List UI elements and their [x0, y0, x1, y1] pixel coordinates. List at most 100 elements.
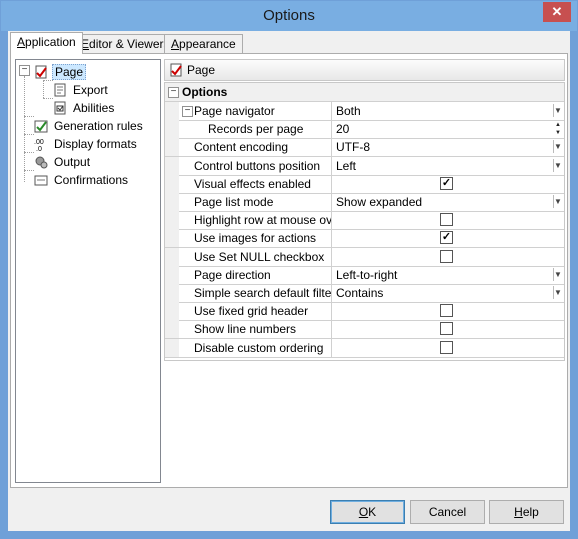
tree-connector — [24, 116, 34, 117]
tab-label-underline: A — [171, 37, 180, 51]
row-gutter — [165, 174, 179, 193]
checkbox-checked[interactable]: ✓ — [440, 176, 453, 190]
property-name: Use images for actions — [180, 229, 332, 248]
property-name: Control buttons position — [180, 156, 332, 175]
tree-item-display-formats[interactable]: .00.0 Display formats — [34, 134, 139, 153]
cancel-button[interactable]: Cancel — [410, 500, 485, 524]
property-row[interactable]: Page navigator − Both ▼ — [165, 102, 564, 121]
tree-collapse-toggle[interactable]: − — [19, 65, 30, 76]
dropdown-arrow-icon[interactable]: ▼ — [553, 158, 562, 172]
property-name: Page navigator — [180, 102, 332, 120]
close-icon: ✕ — [551, 4, 563, 19]
dropdown-arrow-icon[interactable]: ▼ — [553, 104, 562, 117]
checkbox-unchecked[interactable] — [440, 304, 453, 318]
tree-item-label: Page — [52, 63, 87, 80]
property-name: Use fixed grid header — [180, 302, 332, 321]
ok-button[interactable]: OK — [330, 500, 405, 524]
property-value-text: UTF-8 — [336, 140, 370, 155]
category-header[interactable]: − Options — [165, 83, 564, 102]
tree-item-page[interactable]: Page — [34, 62, 87, 80]
property-row[interactable]: Records per page 20 ▲ ▼ — [165, 120, 564, 140]
property-row[interactable]: Use Set NULL checkbox — [165, 247, 564, 267]
tree-item-export[interactable]: Export — [53, 80, 110, 98]
display-formats-icon: .00.0 — [34, 137, 48, 153]
tree-item-output[interactable]: Output — [34, 152, 92, 170]
property-value-checkbox[interactable] — [333, 339, 563, 357]
property-value-checkbox[interactable]: ✓ — [333, 175, 563, 193]
property-row[interactable]: Page direction Left-to-right ▼ — [165, 265, 564, 285]
row-gutter — [165, 320, 179, 339]
tab-editor-viewers[interactable]: Editor & Viewers — [74, 34, 177, 53]
property-value-dropdown[interactable]: Contains ▼ — [333, 284, 563, 302]
dialog-client: Application Editor & Viewers Appearance … — [8, 31, 570, 531]
property-value-dropdown[interactable]: UTF-8 ▼ — [333, 138, 563, 156]
tab-application[interactable]: Application — [10, 32, 83, 54]
property-row[interactable]: Use fixed grid header — [165, 302, 564, 322]
tree-connector — [24, 170, 34, 171]
property-value-spin[interactable]: 20 ▲ ▼ — [333, 120, 563, 138]
property-value-dropdown[interactable]: Left ▼ — [333, 157, 563, 175]
property-row[interactable]: Use images for actions ✓ — [165, 229, 564, 249]
options-window: Options ✕ Application Editor & Viewers A… — [0, 0, 578, 539]
tree-connector — [24, 134, 34, 135]
dropdown-arrow-icon[interactable]: ▼ — [553, 286, 562, 299]
property-value-text: 20 — [336, 122, 350, 137]
property-value-checkbox[interactable] — [333, 320, 563, 338]
tree-item-generation-rules[interactable]: Generation rules — [34, 116, 145, 134]
tree-connector — [43, 80, 44, 98]
tab-label-underline: A — [17, 35, 26, 49]
property-row[interactable]: Disable custom ordering — [165, 338, 564, 358]
property-value-dropdown[interactable]: Both ▼ — [333, 102, 563, 120]
property-row[interactable]: Control buttons position Left ▼ — [165, 156, 564, 176]
checkbox-unchecked[interactable] — [440, 322, 453, 336]
page-icon — [34, 65, 48, 79]
svg-text:.00: .00 — [34, 139, 44, 146]
property-name: Show line numbers — [180, 320, 332, 339]
tree-item-label: Confirmations — [54, 172, 129, 187]
ok-button-mnemonic: O — [358, 505, 369, 519]
property-value-checkbox[interactable] — [333, 211, 563, 229]
property-value-checkbox[interactable] — [333, 248, 563, 266]
property-value-checkbox[interactable]: ✓ — [333, 229, 563, 247]
confirmations-icon — [34, 173, 48, 187]
svg-text:.0: .0 — [36, 146, 42, 151]
checkbox-checked[interactable]: ✓ — [440, 231, 453, 245]
cancel-button-label: Cancel — [428, 505, 467, 519]
checkbox-unchecked[interactable] — [440, 249, 453, 263]
property-value-dropdown[interactable]: Left-to-right ▼ — [333, 266, 563, 284]
close-button[interactable]: ✕ — [543, 2, 571, 22]
tree-item-label: Abilities — [73, 100, 115, 115]
row-gutter — [165, 102, 179, 120]
panel-header: Page — [164, 59, 565, 81]
options-tree[interactable]: − Page Export Abilities Generation rules… — [15, 59, 161, 483]
property-name: Highlight row at mouse over — [180, 211, 332, 230]
help-button[interactable]: Help — [489, 500, 564, 524]
dropdown-arrow-icon[interactable]: ▼ — [553, 140, 562, 154]
category-collapse-toggle[interactable]: − — [168, 87, 179, 98]
property-name: Use Set NULL checkbox — [180, 247, 332, 266]
property-grid[interactable]: − Options Page navigator − Both ▼ Records pe… — [164, 82, 565, 361]
property-row[interactable]: Show line numbers — [165, 320, 564, 340]
page-icon — [169, 63, 183, 80]
spin-arrows-icon[interactable]: ▲ ▼ — [554, 121, 562, 137]
property-row[interactable]: Simple search default filter Contains ▼ — [165, 284, 564, 303]
export-icon — [53, 83, 67, 97]
property-name: Content encoding — [180, 138, 332, 157]
tree-item-abilities[interactable]: Abilities — [53, 98, 116, 116]
property-value-checkbox[interactable] — [333, 302, 563, 320]
property-row[interactable]: Highlight row at mouse over — [165, 211, 564, 231]
property-name: Records per page — [180, 120, 332, 139]
dropdown-arrow-icon[interactable]: ▼ — [553, 195, 562, 208]
tree-item-confirmations[interactable]: Confirmations — [34, 170, 130, 188]
title-bar[interactable]: Options ✕ — [1, 1, 577, 31]
checkbox-unchecked[interactable] — [440, 213, 453, 227]
tab-appearance[interactable]: Appearance — [164, 34, 243, 53]
property-collapse-toggle[interactable]: − — [182, 106, 193, 117]
property-row[interactable]: Visual effects enabled ✓ — [165, 174, 564, 194]
dropdown-arrow-icon[interactable]: ▼ — [553, 267, 562, 281]
ok-button-label: K — [368, 505, 377, 519]
property-row[interactable]: Page list mode Show expanded ▼ — [165, 193, 564, 212]
property-row[interactable]: Content encoding UTF-8 ▼ — [165, 138, 564, 158]
property-value-dropdown[interactable]: Show expanded ▼ — [333, 193, 563, 211]
checkbox-unchecked[interactable] — [440, 340, 453, 354]
